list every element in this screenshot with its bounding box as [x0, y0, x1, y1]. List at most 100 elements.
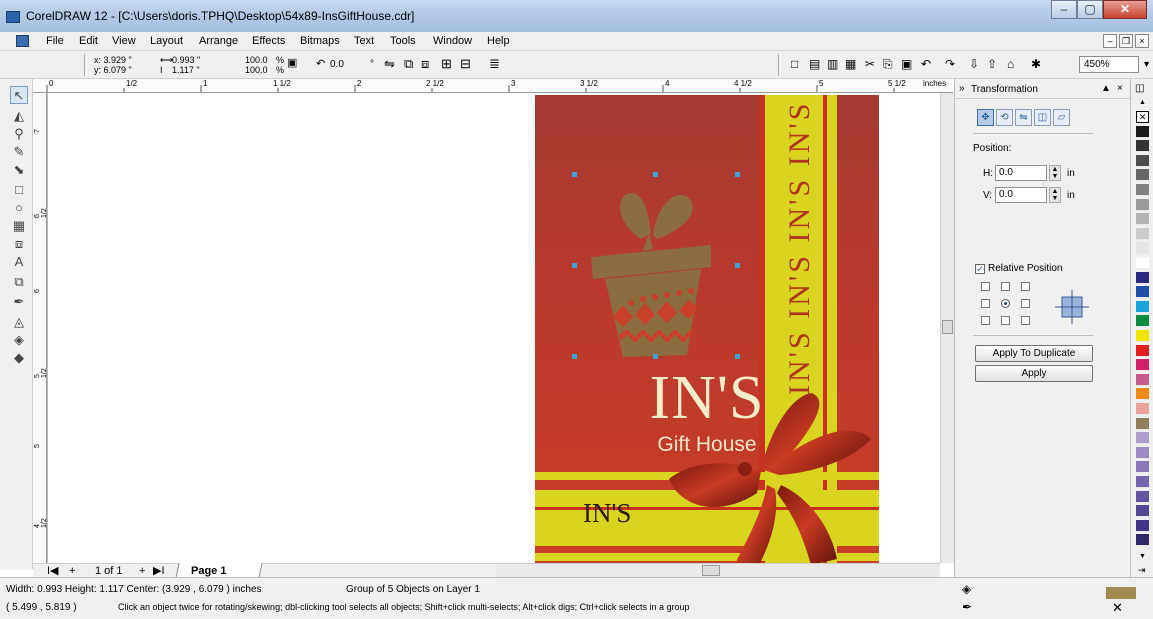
palette-expand-icon[interactable]: ⇥	[1138, 565, 1146, 576]
menu-view[interactable]: View	[112, 35, 136, 47]
rotate-mode-icon[interactable]: ⟲	[996, 109, 1013, 126]
menu-help[interactable]: Help	[487, 35, 510, 47]
menu-arrange[interactable]: Arrange	[199, 35, 238, 47]
skew-mode-icon[interactable]: ▱	[1053, 109, 1070, 126]
mirror-icon[interactable]: ⇋	[383, 56, 399, 72]
selection-handle[interactable]	[572, 354, 577, 359]
coreldraw-app-icon[interactable]	[6, 11, 20, 23]
brand-small-label[interactable]: IN'S	[583, 498, 631, 529]
v-spinner-icon[interactable]: ▲ ▼	[1049, 187, 1061, 203]
palette-swatch[interactable]	[1136, 461, 1149, 474]
anchor-bottom-left[interactable]	[981, 316, 990, 325]
eyedropper-tool-icon[interactable]: ✒	[10, 293, 28, 311]
cut-icon[interactable]: ✂	[864, 56, 880, 72]
anchor-top-center[interactable]	[1001, 282, 1010, 291]
gift-box-graphic[interactable]	[583, 187, 733, 367]
selection-handle[interactable]	[735, 172, 740, 177]
paste-icon[interactable]: ▣	[900, 56, 916, 72]
anchor-bottom-center[interactable]	[1001, 316, 1010, 325]
anchor-middle-right[interactable]	[1021, 299, 1030, 308]
basic-shapes-tool-icon[interactable]: ⧈	[10, 235, 28, 253]
palette-swatch[interactable]	[1136, 242, 1149, 255]
size-mode-icon[interactable]: ◫	[1034, 109, 1051, 126]
selection-handle[interactable]	[572, 172, 577, 177]
palette-swatch[interactable]	[1136, 300, 1149, 313]
menu-window[interactable]: Window	[433, 35, 472, 47]
open-icon[interactable]: ▤	[808, 56, 824, 72]
docker-collapse-icon[interactable]: ▲	[1101, 83, 1111, 94]
menu-effects[interactable]: Effects	[252, 35, 285, 47]
vertical-ruler[interactable]: 7 6 1/2 6 5 1/2 5 4 1/2 inches	[33, 93, 47, 563]
chevron-down-icon[interactable]: ▼	[1142, 59, 1151, 69]
horizontal-position-input[interactable]: 0.0	[995, 165, 1047, 181]
drawing-canvas[interactable]: IN'S IN'S IN'S IN'S IN'S Gift House IN'S	[47, 93, 940, 563]
palette-swatch[interactable]	[1136, 227, 1149, 240]
close-button[interactable]: ✕	[1103, 0, 1147, 19]
no-outline-icon[interactable]: ✕	[1112, 600, 1123, 616]
pick-tool-icon[interactable]: ↖	[10, 86, 28, 104]
doc-restore-icon[interactable]: ❐	[1119, 34, 1133, 48]
maximize-button[interactable]: ▢	[1077, 0, 1103, 19]
last-page-button[interactable]: ▶I	[153, 564, 165, 578]
docker-close-icon[interactable]: ×	[1117, 83, 1123, 94]
height-field[interactable]: 1.117 "	[172, 66, 200, 75]
menu-file[interactable]: File	[46, 35, 64, 47]
h-spinner-icon[interactable]: ▲ ▼	[1049, 165, 1061, 181]
print-icon[interactable]: ▦	[844, 56, 860, 72]
relative-position-checkbox[interactable]: ✓	[975, 264, 985, 274]
palette-swatch[interactable]	[1136, 519, 1149, 532]
scroll-down-icon[interactable]: ▼	[1139, 553, 1146, 560]
docker-expand-icon[interactable]: »	[959, 83, 965, 94]
shape-tool-icon[interactable]: ◭	[10, 107, 28, 125]
save-icon[interactable]: ▥	[826, 56, 842, 72]
palette-swatch[interactable]	[1136, 257, 1149, 269]
import-icon[interactable]: ⇩	[968, 56, 984, 72]
ellipse-tool-icon[interactable]: ○	[10, 199, 28, 217]
freehand-tool-icon[interactable]: ✎	[10, 143, 28, 161]
selection-handle[interactable]	[653, 354, 658, 359]
minimize-button[interactable]: –	[1051, 0, 1077, 19]
palette-swatch[interactable]	[1136, 388, 1149, 401]
fill-color-swatch[interactable]	[1106, 587, 1136, 599]
tab-page-1-label[interactable]: Page 1	[191, 564, 226, 578]
menu-tools[interactable]: Tools	[390, 35, 416, 47]
vertical-scrollbar[interactable]	[940, 93, 954, 563]
menu-text[interactable]: Text	[354, 35, 374, 47]
palette-swatch[interactable]	[1136, 373, 1149, 386]
lock-ratio-icon[interactable]: ▣	[286, 55, 302, 71]
palette-swatch[interactable]	[1136, 315, 1149, 328]
palette-swatch[interactable]	[1136, 184, 1149, 196]
rotation-angle-field[interactable]: 0.0	[330, 60, 344, 70]
polygon-tool-icon[interactable]: ▦	[10, 217, 28, 235]
align-icon[interactable]: ≣	[488, 56, 504, 72]
smart-fill-tool-icon[interactable]: ⬊	[10, 161, 28, 179]
text-tool-icon[interactable]: A	[10, 253, 28, 271]
palette-swatch[interactable]	[1136, 271, 1149, 284]
horizontal-scroll-thumb[interactable]	[702, 565, 720, 576]
apply-to-duplicate-button[interactable]: Apply To Duplicate	[975, 345, 1093, 362]
rectangle-tool-icon[interactable]: □	[10, 181, 28, 199]
first-page-button[interactable]: I◀	[47, 564, 59, 578]
palette-swatch[interactable]	[1136, 359, 1149, 372]
redo-icon[interactable]: ↷	[944, 56, 960, 72]
anchor-top-left[interactable]	[981, 282, 990, 291]
palette-swatch[interactable]	[1136, 417, 1149, 430]
zoom-tool-icon[interactable]: ⚲	[10, 125, 28, 143]
selection-handle[interactable]	[735, 263, 740, 268]
toolbar-grip-standard[interactable]	[778, 54, 781, 76]
palette-swatch[interactable]	[1136, 213, 1149, 226]
corel-online-icon[interactable]: ✱	[1030, 56, 1046, 72]
outline-tool-icon[interactable]: ◬	[10, 313, 28, 331]
horizontal-scrollbar[interactable]	[496, 563, 940, 577]
selection-handle[interactable]	[653, 172, 658, 177]
gift-card-design[interactable]: IN'S IN'S IN'S IN'S IN'S Gift House IN'S	[535, 95, 879, 563]
fill-tool-icon[interactable]: ◈	[10, 331, 28, 349]
ribbon-bow-graphic[interactable]	[661, 389, 879, 563]
palette-swatch[interactable]	[1136, 154, 1149, 167]
vertical-scroll-thumb[interactable]	[942, 320, 953, 334]
document-icon[interactable]	[16, 35, 29, 47]
scale-y-field[interactable]: 100.0	[245, 66, 268, 75]
outline-pen-icon[interactable]: ✒	[962, 600, 972, 614]
undo-icon[interactable]: ↶	[920, 56, 936, 72]
palette-swatch[interactable]	[1136, 344, 1149, 357]
